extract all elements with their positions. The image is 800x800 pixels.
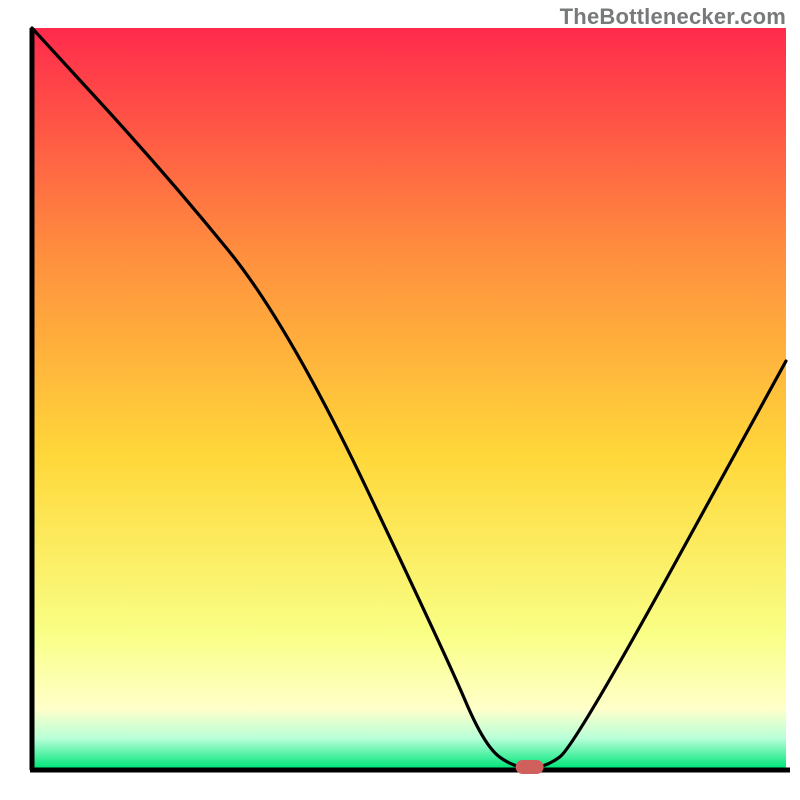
minimum-marker [516,760,544,774]
gradient-background [32,28,786,768]
bottleneck-chart [0,0,800,800]
chart-container: TheBottlenecker.com [0,0,800,800]
watermark-text: TheBottlenecker.com [560,4,786,30]
